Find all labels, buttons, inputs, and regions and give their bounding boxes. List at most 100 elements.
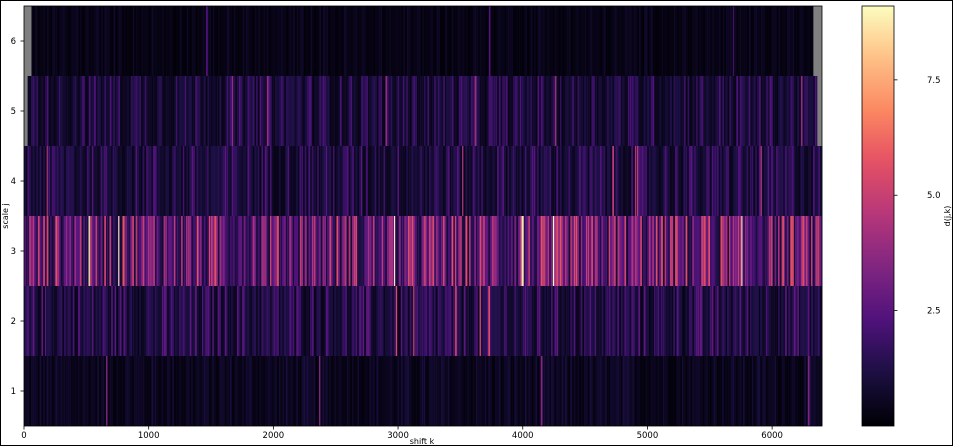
heatmap-cell [299, 146, 301, 216]
heatmap-cell [146, 356, 148, 426]
heatmap-cell [488, 76, 491, 146]
heatmap-cell [226, 286, 228, 356]
heatmap-cell [573, 356, 575, 426]
heatmap-cell [350, 286, 352, 356]
heatmap-cell [783, 356, 785, 426]
heatmap-cell [605, 6, 607, 76]
heatmap-cell [668, 146, 670, 216]
heatmap-cell [626, 356, 629, 426]
heatmap-cell [621, 356, 622, 426]
heatmap-cell [120, 356, 122, 426]
heatmap-cell [388, 146, 391, 216]
heatmap-cell [453, 356, 455, 426]
heatmap-cell [125, 146, 127, 216]
heatmap-cell [383, 146, 385, 216]
heatmap-cell [106, 6, 108, 76]
heatmap-cell [746, 146, 749, 216]
heatmap-cell [104, 146, 106, 216]
heatmap-cell [717, 356, 719, 426]
heatmap-cell [102, 216, 105, 286]
heatmap-cell [167, 6, 169, 76]
heatmap-cell [734, 6, 737, 76]
heatmap-cell [561, 146, 564, 216]
heatmap-cell [491, 146, 493, 216]
heatmap-cell [637, 6, 639, 76]
heatmap-cell [324, 76, 326, 146]
heatmap-cell [32, 76, 35, 146]
heatmap-cell [493, 76, 495, 146]
heatmap-cell [526, 76, 529, 146]
heatmap-cell [223, 216, 225, 286]
heatmap-cell [443, 76, 445, 146]
heatmap-cell [271, 286, 273, 356]
heatmap-cell [685, 76, 688, 146]
heatmap-cell [373, 6, 375, 76]
heatmap-cell [144, 76, 147, 146]
colorbar-tick-label: 2.5 [927, 307, 941, 317]
heatmap-cell [605, 356, 607, 426]
heatmap-cell [507, 216, 509, 286]
heatmap-cell [540, 76, 543, 146]
heatmap-cell [210, 146, 213, 216]
heatmap-cell [804, 356, 806, 426]
heatmap-cell [27, 216, 29, 286]
heatmap-cell [130, 6, 133, 76]
heatmap-cell [312, 146, 314, 216]
heatmap-cell [207, 146, 209, 216]
heatmap-cell [151, 6, 154, 76]
heatmap-cell [580, 286, 583, 356]
heatmap-cell [169, 6, 172, 76]
heatmap-cell [596, 216, 598, 286]
heatmap-cell [64, 356, 66, 426]
heatmap-cell [673, 286, 675, 356]
heatmap-cell [561, 356, 564, 426]
heatmap-row-scale-1 [24, 356, 823, 426]
heatmap-cell [636, 146, 639, 216]
heatmap-cell [687, 356, 690, 426]
heatmap-cell [277, 146, 279, 216]
heatmap-cell [523, 286, 525, 356]
heatmap-cell [136, 6, 138, 76]
heatmap-cell [624, 286, 627, 356]
heatmap-cell [123, 146, 126, 216]
heatmap-cell [237, 76, 239, 146]
heatmap-cell [259, 356, 262, 426]
heatmap-cell [666, 6, 668, 76]
heatmap-cell [698, 76, 700, 146]
heatmap-cell [62, 286, 65, 356]
heatmap-cell [343, 356, 345, 426]
heatmap-cell [312, 76, 314, 146]
heatmap-cell [219, 216, 222, 286]
heatmap-cell [106, 76, 108, 146]
heatmap-cell [300, 6, 303, 76]
heatmap-cell [572, 146, 574, 216]
heatmap-cell [582, 146, 585, 216]
heatmap-cell [816, 286, 819, 356]
heatmap-cell [247, 356, 249, 426]
heatmap-cell [249, 286, 252, 356]
heatmap-cell [104, 286, 106, 356]
heatmap-cell [455, 216, 457, 286]
heatmap-cell [708, 146, 710, 216]
heatmap-cell [196, 216, 199, 286]
heatmap-cell [719, 76, 721, 146]
heatmap-cell [76, 286, 78, 356]
heatmap-cell [572, 356, 574, 426]
heatmap-cell [259, 76, 262, 146]
heatmap-cell [509, 286, 511, 356]
heatmap-cell [46, 216, 49, 286]
heatmap-cell [597, 6, 599, 76]
heatmap-cell [226, 216, 228, 286]
heatmap-cell [188, 146, 190, 216]
heatmap-cell [43, 216, 46, 286]
heatmap-cell [88, 286, 91, 356]
heatmap-cell [457, 76, 459, 146]
heatmap-cell [308, 286, 311, 356]
heatmap-cell [322, 286, 324, 356]
heatmap-cell [799, 146, 801, 216]
heatmap-cell [204, 6, 206, 76]
heatmap-cell [594, 286, 596, 356]
heatmap-cell [392, 146, 394, 216]
heatmap-cell [640, 216, 643, 286]
heatmap-cell [345, 76, 348, 146]
